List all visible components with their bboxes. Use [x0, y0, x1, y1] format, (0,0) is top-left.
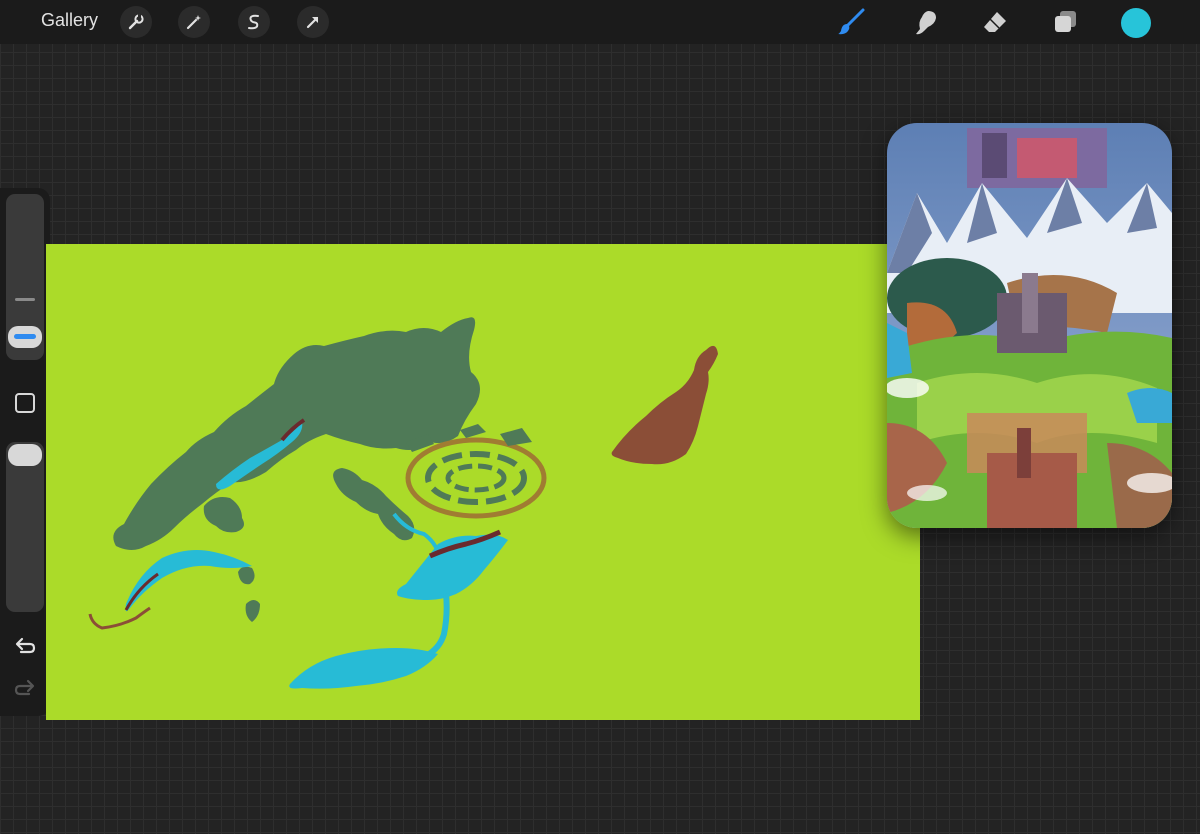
brush-size-thumb[interactable]	[8, 326, 42, 348]
ring-inner	[425, 451, 527, 505]
canvas-artwork	[88, 317, 718, 689]
smudge-icon[interactable]	[909, 6, 941, 38]
forest-region-small-b	[238, 566, 255, 585]
size-indicator	[14, 334, 36, 339]
top-toolbar: Gallery	[0, 0, 1200, 44]
eraser-icon[interactable]	[979, 6, 1011, 38]
forest-region-small-c	[245, 600, 260, 622]
forest-region-center	[333, 468, 415, 541]
wrench-icon[interactable]	[120, 6, 152, 38]
brush-size-slider[interactable]	[6, 194, 44, 360]
gallery-button[interactable]: Gallery	[41, 10, 98, 31]
lake-south-west	[125, 550, 252, 612]
undo-icon[interactable]	[13, 636, 37, 658]
ring-core	[445, 463, 507, 493]
lake-south	[289, 648, 438, 689]
river-south	[424, 593, 450, 659]
opacity-slider[interactable]	[6, 442, 44, 612]
magic-wand-icon[interactable]	[178, 6, 210, 38]
reference-window[interactable]	[887, 123, 1172, 528]
lake-central	[397, 534, 508, 600]
earth-region-east	[611, 345, 718, 465]
redo-icon[interactable]	[13, 678, 37, 700]
drawing-canvas[interactable]	[46, 244, 920, 720]
size-marker	[15, 298, 35, 301]
forest-region-small-a	[203, 497, 244, 533]
layers-icon[interactable]	[1050, 6, 1082, 38]
reference-image	[887, 123, 1172, 528]
transform-arrow-icon[interactable]	[297, 6, 329, 38]
brush-icon[interactable]	[835, 6, 867, 38]
modify-square-button[interactable]	[15, 393, 35, 413]
trail-southwest	[88, 606, 151, 630]
selection-s-icon[interactable]	[238, 6, 270, 38]
opacity-thumb[interactable]	[8, 444, 42, 466]
color-picker-button[interactable]	[1121, 8, 1151, 38]
left-sidebar	[0, 188, 50, 716]
